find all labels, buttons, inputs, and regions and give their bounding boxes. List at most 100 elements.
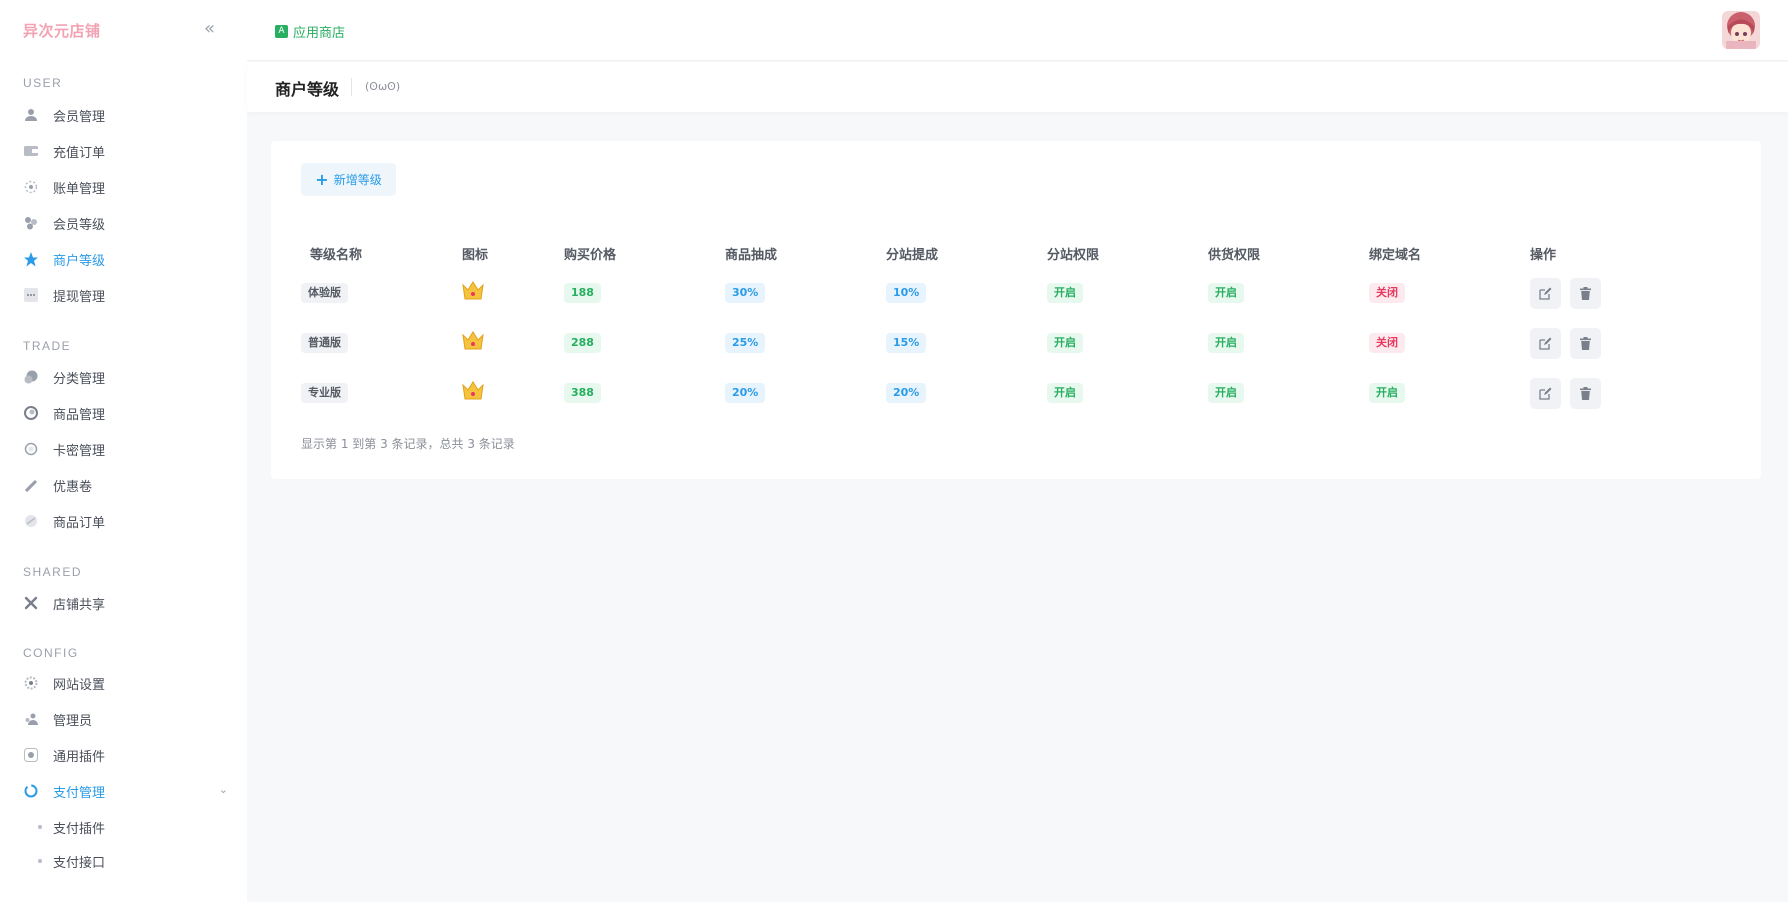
sidebar-item-merchant-levels[interactable]: 商户等级 (23, 244, 228, 274)
edit-icon (1539, 337, 1552, 350)
pagination-summary: 显示第 1 到第 3 条记录，总共 3 条记录 (301, 437, 515, 451)
share-icon (23, 595, 39, 611)
level-name: 专业版 (301, 383, 348, 403)
sidebar-item-plugins[interactable]: 通用插件 (23, 740, 228, 770)
collapse-sidebar-icon[interactable]: « (204, 18, 215, 40)
sidebar-item-label: 店铺共享 (53, 597, 106, 613)
table-row: 专业版 388 20% 20% 开启 开启 开启 (301, 368, 1630, 418)
column-header-icon[interactable]: 图标 (462, 238, 564, 268)
sidebar-subitem-payment-plugins[interactable]: 支付插件 (38, 815, 105, 839)
sidebar-item-label: 会员管理 (53, 109, 106, 125)
delete-button[interactable] (1570, 327, 1602, 359)
trash-icon (1580, 336, 1592, 350)
levels-icon (23, 215, 39, 231)
level-name: 体验版 (301, 283, 348, 303)
trash-icon (1580, 286, 1592, 300)
sidebar-item-products[interactable]: 商品管理 (23, 398, 228, 428)
sidebar-item-withdrawals[interactable]: 提现管理 (23, 280, 228, 310)
delete-button[interactable] (1570, 377, 1602, 409)
sidebar-item-label: 商品订单 (53, 515, 106, 531)
section-title-config: CONFIG (23, 646, 79, 660)
bullet-icon (38, 859, 42, 863)
content-card: + 新增等级 等级名称 图标 购买价格 商品抽成 分站提成 分站权限 供货权限 … (271, 141, 1761, 479)
sidebar-subitem-label: 支付插件 (53, 821, 106, 837)
app-store-label: 应用商店 (293, 26, 346, 41)
more-icon (23, 287, 39, 303)
domain-permission-badge: 开启 (1369, 383, 1405, 403)
sidebar-subitem-label: 支付接口 (53, 855, 106, 871)
user-icon (23, 107, 39, 123)
sidebar-item-bills[interactable]: 账单管理 (23, 172, 228, 202)
level-name: 普通版 (301, 333, 348, 353)
commission-badge: 30% (725, 283, 766, 303)
column-header-substation-commission[interactable]: 分站提成 (886, 238, 1047, 268)
title-emoticon: (ʘωʘ) (365, 80, 401, 93)
payment-icon (23, 783, 39, 799)
sidebar-item-store-share[interactable]: 店铺共享 (23, 588, 228, 618)
sidebar-item-product-orders[interactable]: 商品订单 (23, 506, 228, 536)
sidebar-subitem-payment-interfaces[interactable]: 支付接口 (38, 849, 105, 873)
sidebar-item-categories[interactable]: 分类管理 (23, 362, 228, 392)
brand-logo[interactable]: 异次元店铺 (23, 20, 101, 41)
edit-button[interactable] (1530, 377, 1561, 409)
trash-icon (1580, 386, 1592, 400)
column-header-price[interactable]: 购买价格 (564, 238, 725, 268)
sidebar-item-card-keys[interactable]: 卡密管理 (23, 434, 228, 464)
supply-permission-badge: 开启 (1208, 383, 1244, 403)
gear-icon (23, 675, 39, 691)
wallet-icon (23, 143, 39, 159)
bill-icon (23, 179, 39, 195)
edit-icon (1539, 387, 1552, 400)
sidebar: 异次元店铺 « USER 会员管理 充值订单 账单管理 会员等级 商户等级 提现… (0, 0, 247, 902)
table-row: 体验版 188 30% 10% 开启 开启 关闭 (301, 268, 1630, 318)
add-level-button[interactable]: + 新增等级 (301, 163, 396, 196)
sidebar-item-label: 提现管理 (53, 289, 106, 305)
column-header-supply-permission[interactable]: 供货权限 (1208, 238, 1369, 268)
sidebar-item-label: 会员等级 (53, 217, 106, 233)
plus-icon: + (315, 169, 329, 189)
price-badge: 188 (564, 283, 601, 303)
domain-permission-badge: 关闭 (1369, 283, 1405, 303)
admin-icon (23, 711, 39, 727)
chevron-down-icon[interactable]: ⌄ (219, 783, 228, 796)
supply-permission-badge: 开启 (1208, 283, 1244, 303)
sidebar-item-label: 管理员 (53, 713, 93, 729)
sidebar-item-label: 卡密管理 (53, 443, 106, 459)
supply-permission-badge: 开启 (1208, 333, 1244, 353)
sidebar-item-label: 分类管理 (53, 371, 106, 387)
column-header-actions: 操作 (1530, 247, 1557, 263)
delete-button[interactable] (1570, 277, 1602, 309)
plugin-icon (23, 747, 39, 763)
substation-badge: 10% (886, 283, 927, 303)
key-icon (23, 441, 39, 457)
substation-permission-badge: 开启 (1047, 333, 1083, 353)
bullet-icon (38, 825, 42, 829)
section-title-shared: SHARED (23, 565, 83, 579)
edit-button[interactable] (1530, 327, 1561, 359)
sidebar-item-members[interactable]: 会员管理 (23, 100, 228, 130)
edit-button[interactable] (1530, 277, 1561, 309)
column-header-bind-domain[interactable]: 绑定域名 (1369, 238, 1530, 268)
app-store-link[interactable]: A 应用商店 (275, 22, 345, 41)
page-title: 商户等级 (275, 80, 340, 99)
sidebar-item-site-settings[interactable]: 网站设置 (23, 668, 228, 698)
sidebar-item-admins[interactable]: 管理员 (23, 704, 228, 734)
sidebar-item-recharge-orders[interactable]: 充值订单 (23, 136, 228, 166)
crown-icon (462, 381, 484, 405)
sidebar-item-label: 优惠卷 (53, 479, 93, 495)
substation-badge: 15% (886, 333, 927, 353)
section-title-user: USER (23, 76, 63, 90)
column-header-name[interactable]: 等级名称 (301, 238, 462, 268)
sidebar-item-member-levels[interactable]: 会员等级 (23, 208, 228, 238)
top-bar: A 应用商店 (247, 0, 1788, 61)
section-title-trade: TRADE (23, 339, 72, 353)
column-header-substation-permission[interactable]: 分站权限 (1047, 238, 1208, 268)
avatar[interactable] (1722, 11, 1760, 49)
column-header-commission[interactable]: 商品抽成 (725, 238, 886, 268)
sidebar-item-label: 充值订单 (53, 145, 106, 161)
price-badge: 388 (564, 383, 601, 403)
sidebar-item-label: 商品管理 (53, 407, 106, 423)
sidebar-item-coupons[interactable]: 优惠卷 (23, 470, 228, 500)
crown-icon (462, 281, 484, 305)
sidebar-item-payment[interactable]: 支付管理 ⌄ (23, 776, 228, 806)
